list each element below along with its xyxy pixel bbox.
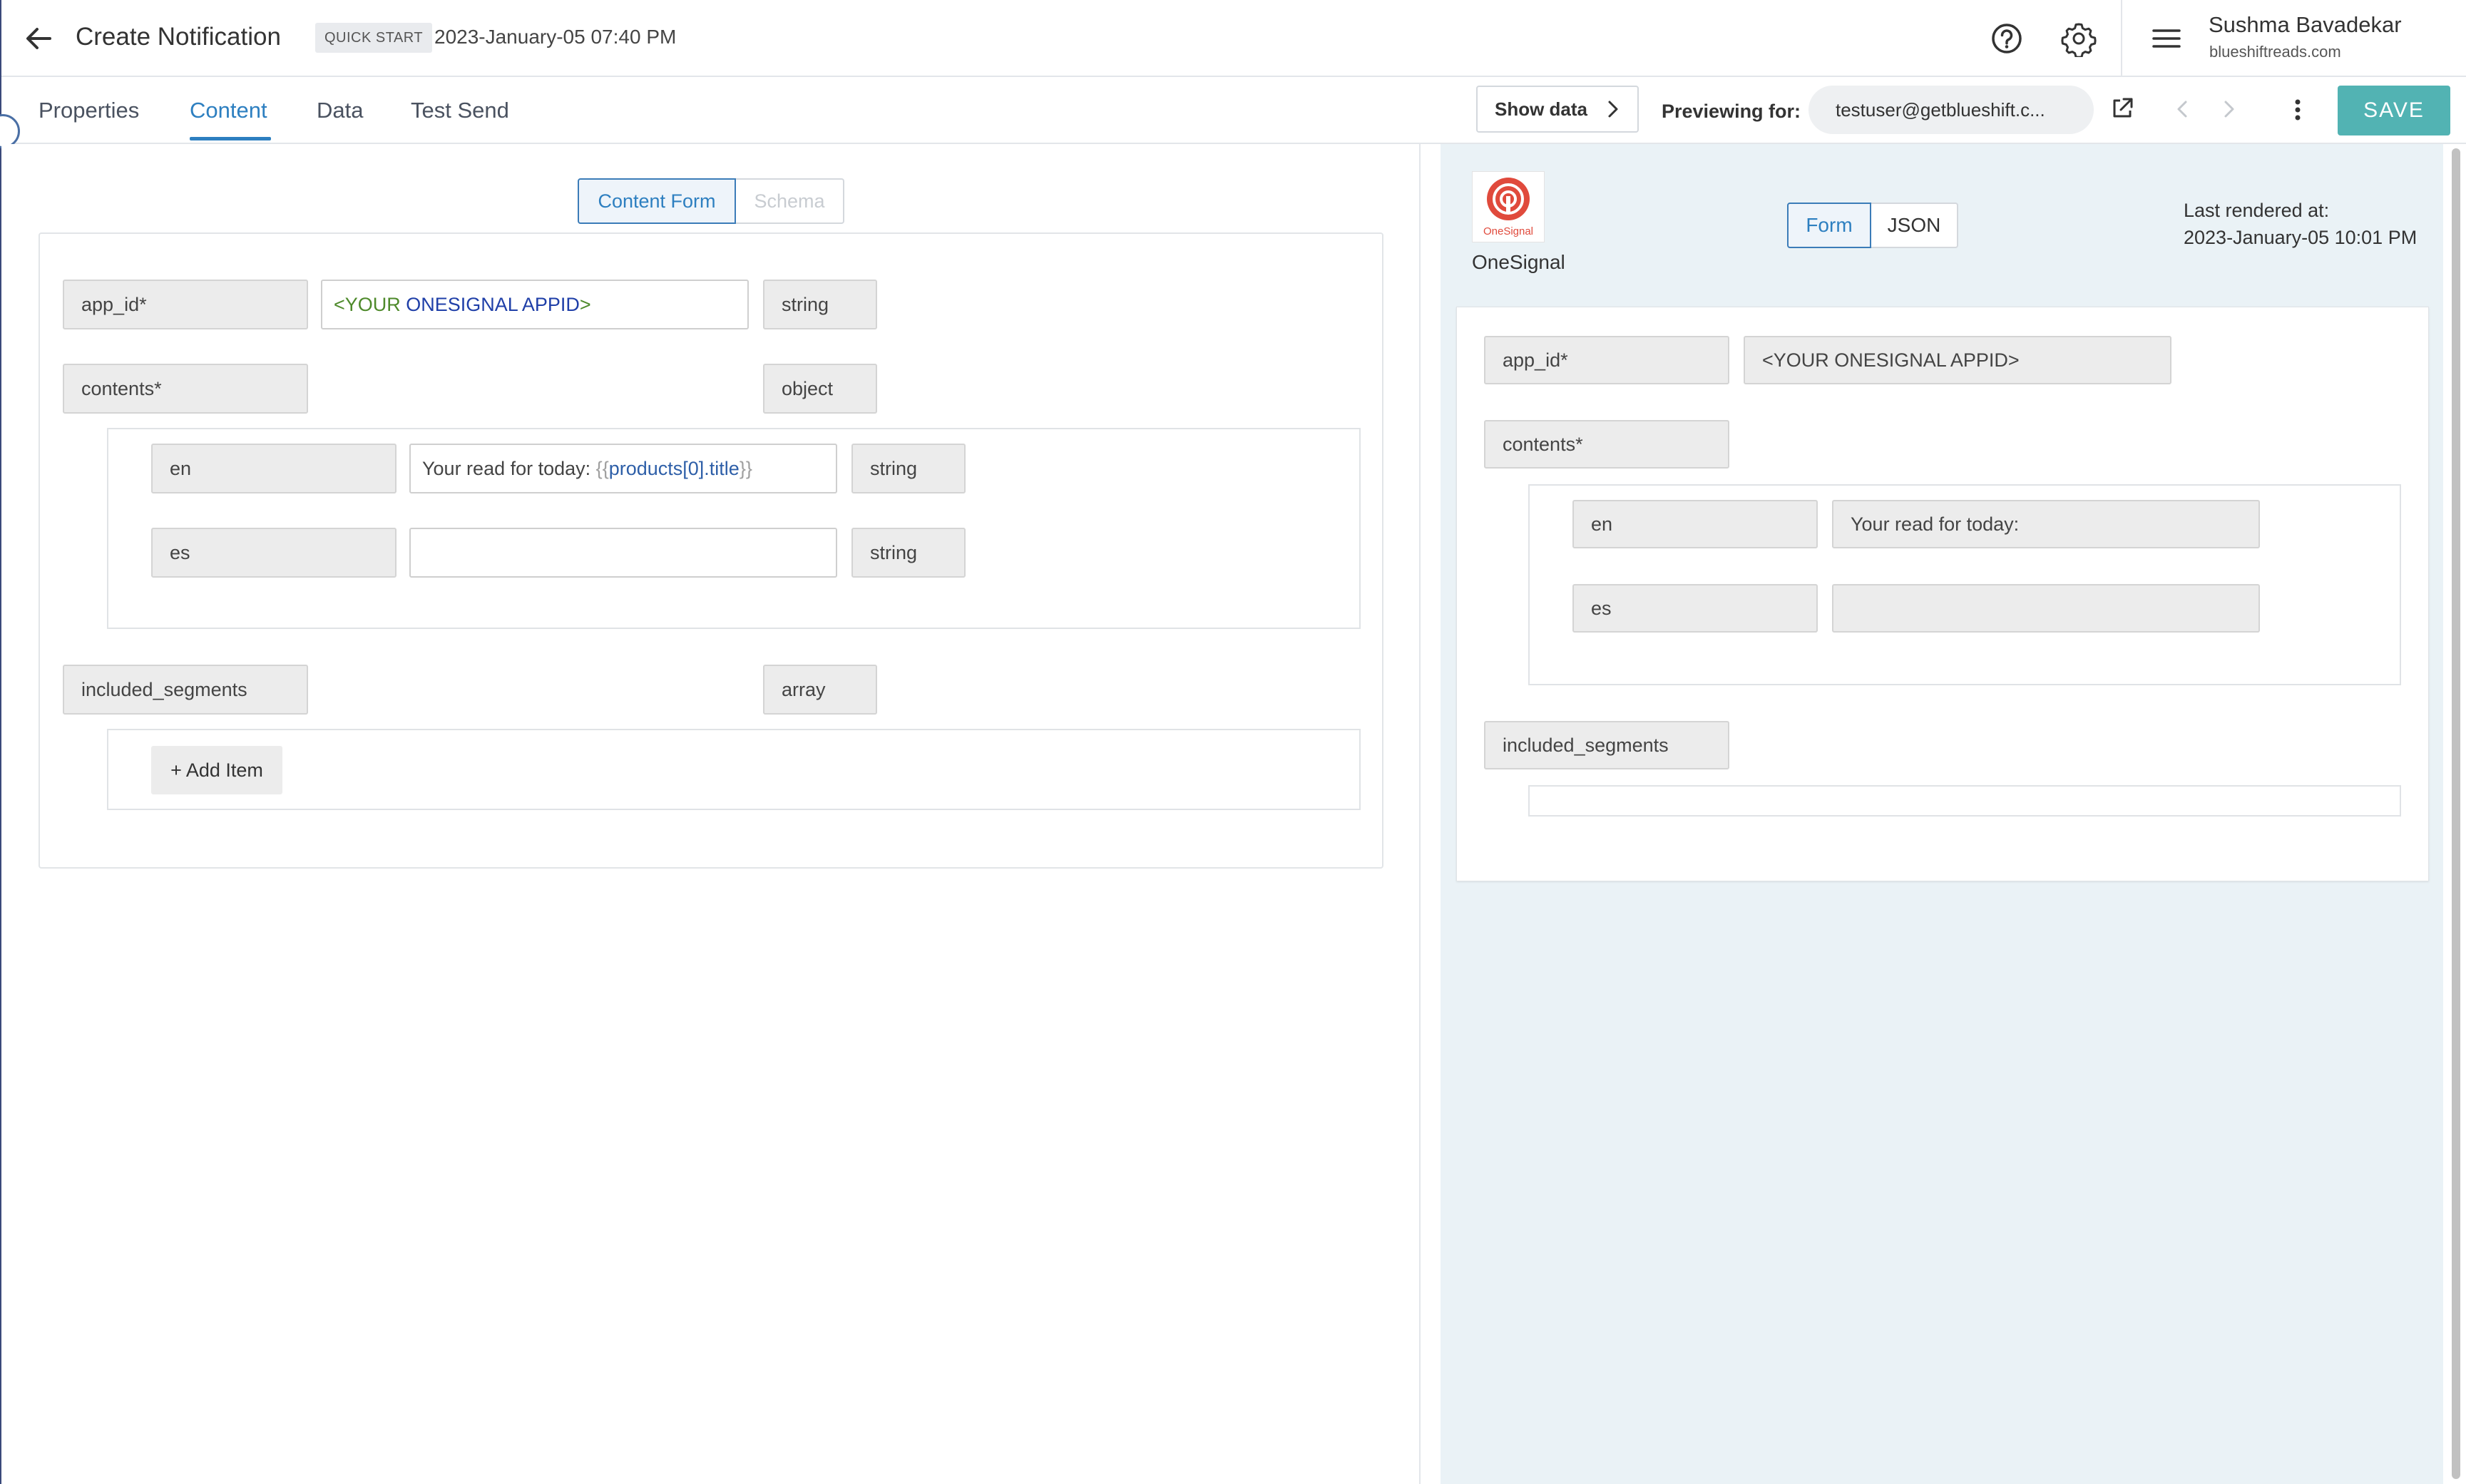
included-segments-array-group: + Add Item bbox=[107, 729, 1361, 810]
en-var-open: {{ bbox=[595, 458, 609, 479]
side-panel-toggle[interactable] bbox=[0, 114, 20, 148]
en-var-name: products[0].title bbox=[608, 458, 740, 479]
content-form: app_id* <YOUR ONESIGNAL APPID> string co… bbox=[39, 232, 1383, 869]
app-id-label: app_id* bbox=[63, 280, 308, 329]
preview-included-segments-label: included_segments bbox=[1484, 721, 1729, 769]
preview-scrollbar-thumb[interactable] bbox=[2452, 148, 2460, 1479]
included-segments-type[interactable]: array bbox=[763, 665, 877, 715]
previewing-for-label: Previewing for: bbox=[1662, 101, 1801, 122]
tab-properties[interactable]: Properties bbox=[39, 93, 139, 128]
app-id-value-close: > bbox=[579, 294, 591, 315]
onesignal-logo: OneSignal bbox=[1472, 171, 1545, 242]
last-rendered-label: Last rendered at: bbox=[2184, 200, 2330, 221]
form-view-toggle[interactable]: Form bbox=[1787, 203, 1871, 248]
preview-en-label: en bbox=[1572, 500, 1818, 548]
es-label: es bbox=[151, 528, 396, 578]
content-editor-pane: Content Form Schema app_id* <YOUR ONESIG… bbox=[1, 144, 1421, 1484]
gear-icon[interactable] bbox=[2060, 20, 2097, 57]
preview-pane: OneSignal OneSignal Form JSON Last rende… bbox=[1441, 144, 2443, 1484]
preview-app-id-value: <YOUR ONESIGNAL APPID> bbox=[1744, 336, 2171, 384]
menu-icon[interactable] bbox=[2148, 20, 2185, 57]
more-options-icon[interactable] bbox=[2288, 96, 2308, 124]
tab-content[interactable]: Content bbox=[190, 93, 267, 128]
en-var-close: }} bbox=[739, 458, 752, 479]
app-id-value-open: <YOUR bbox=[334, 294, 406, 315]
active-tab-underline bbox=[190, 137, 271, 140]
content-form-toggle[interactable]: Content Form bbox=[578, 178, 736, 224]
add-item-button[interactable]: + Add Item bbox=[151, 746, 282, 794]
help-icon[interactable] bbox=[1988, 20, 2025, 57]
en-value-text: Your read for today: bbox=[422, 458, 596, 479]
last-rendered-time: 2023-January-05 10:01 PM bbox=[2184, 227, 2418, 248]
preview-es-label: es bbox=[1572, 584, 1818, 633]
schema-toggle[interactable]: Schema bbox=[736, 178, 844, 224]
json-view-toggle[interactable]: JSON bbox=[1871, 203, 1958, 248]
preview-form: app_id* <YOUR ONESIGNAL APPID> contents*… bbox=[1456, 307, 2429, 881]
chevron-right-icon bbox=[1608, 101, 1618, 118]
user-name[interactable]: Sushma Bavadekar bbox=[2209, 10, 2402, 40]
created-timestamp: 2023-January-05 07:40 PM bbox=[434, 26, 677, 48]
es-input[interactable] bbox=[409, 528, 837, 578]
back-arrow-icon[interactable] bbox=[21, 21, 56, 56]
en-input[interactable]: Your read for today: {{products[0].title… bbox=[409, 444, 837, 493]
previous-user-icon[interactable] bbox=[2171, 97, 2195, 121]
show-data-label: Show data bbox=[1495, 98, 1588, 120]
page-title: Create Notification bbox=[76, 23, 281, 51]
show-data-button[interactable]: Show data bbox=[1476, 86, 1639, 133]
onesignal-logo-text: OneSignal bbox=[1483, 225, 1533, 237]
app-id-type[interactable]: string bbox=[763, 280, 877, 329]
app-id-value-text: ONESIGNAL APPID bbox=[406, 294, 580, 315]
en-type[interactable]: string bbox=[851, 444, 966, 493]
save-button[interactable]: SAVE bbox=[2338, 86, 2450, 135]
preview-contents-label: contents* bbox=[1484, 420, 1729, 469]
user-organization: blueshiftreads.com bbox=[2209, 43, 2341, 61]
tab-test-send[interactable]: Test Send bbox=[411, 93, 509, 128]
preview-contents-group: en Your read for today: es bbox=[1528, 484, 2401, 685]
quick-start-badge: QUICK START bbox=[315, 23, 433, 53]
top-header: Create Notification QUICK START 2023-Jan… bbox=[1, 0, 2466, 77]
pane-divider bbox=[1422, 144, 1441, 1484]
preview-user-select[interactable]: testuser@getblueshift.c... bbox=[1808, 86, 2094, 134]
contents-object-group: en Your read for today: {{products[0].ti… bbox=[107, 428, 1361, 629]
preview-app-id-label: app_id* bbox=[1484, 336, 1729, 384]
next-user-icon[interactable] bbox=[2216, 97, 2241, 121]
contents-label: contents* bbox=[63, 364, 308, 414]
tab-bar: Properties Content Data Test Send Show d… bbox=[0, 77, 2466, 148]
preview-es-value bbox=[1832, 584, 2260, 633]
es-type[interactable]: string bbox=[851, 528, 966, 578]
provider-name: OneSignal bbox=[1472, 251, 1565, 273]
app-id-input[interactable]: <YOUR ONESIGNAL APPID> bbox=[321, 280, 749, 329]
preview-included-segments-group bbox=[1528, 785, 2401, 817]
included-segments-label: included_segments bbox=[63, 665, 308, 715]
tab-data[interactable]: Data bbox=[317, 93, 363, 128]
onesignal-logo-mark: OneSignal bbox=[1483, 178, 1533, 237]
preview-en-value: Your read for today: bbox=[1832, 500, 2260, 548]
header-divider bbox=[2121, 0, 2122, 76]
external-link-icon[interactable] bbox=[2109, 96, 2135, 121]
en-label: en bbox=[151, 444, 396, 493]
contents-type[interactable]: object bbox=[763, 364, 877, 414]
